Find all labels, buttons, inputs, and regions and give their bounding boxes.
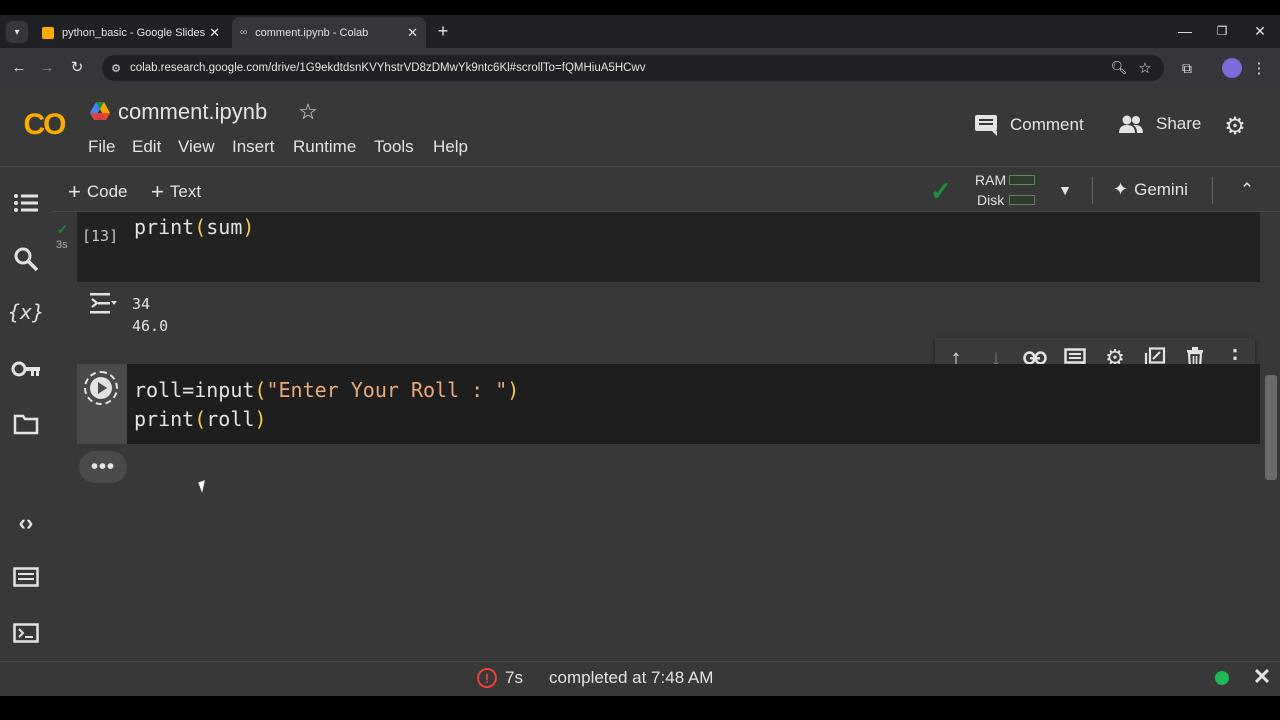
ram-label: RAM	[975, 172, 1007, 188]
cell-status-more-icon[interactable]: •••	[79, 451, 127, 483]
connected-check-icon: ✓	[930, 176, 952, 206]
status-message[interactable]: completed at 7:48 AM	[549, 668, 713, 688]
command-palette-icon[interactable]	[12, 564, 40, 590]
table-of-contents-icon[interactable]	[12, 190, 40, 216]
output-line: 34	[132, 295, 151, 313]
slides-favicon-icon	[42, 26, 54, 39]
output-line: 46.0	[132, 317, 169, 335]
colab-favicon-icon: ∞	[240, 27, 248, 38]
share-label: Share	[1156, 114, 1202, 133]
menu-tools[interactable]: Tools	[374, 137, 414, 157]
url-field[interactable]: colab.research.google.com/drive/1G9ekdtd…	[102, 55, 1164, 81]
files-folder-icon[interactable]	[12, 411, 40, 437]
code-cell[interactable]	[77, 212, 1260, 282]
close-tab-icon[interactable]: ✕	[209, 25, 220, 41]
success-check-icon: ✓	[57, 222, 68, 237]
gemini-label: Gemini	[1134, 179, 1188, 199]
tab-title: python_basic - Google Slides	[62, 26, 206, 39]
code-snippets-icon[interactable]: ‹›	[10, 509, 42, 537]
disk-usage-bar	[1009, 195, 1035, 205]
scrollbar-thumb[interactable]	[1265, 375, 1277, 480]
notebook-title[interactable]: comment.ipynb	[118, 99, 267, 125]
tab-google-slides[interactable]: python_basic - Google Slides ✕	[34, 17, 228, 48]
string-literal: "Enter Your Roll : "	[266, 378, 508, 402]
code-line[interactable]: print(sum)	[134, 213, 254, 242]
connection-status-dot	[1215, 671, 1229, 685]
site-info-icon[interactable]: ⚙	[108, 60, 124, 76]
runtime-dropdown-icon[interactable]: ▼	[1054, 180, 1076, 200]
code-token: print	[134, 215, 195, 239]
menu-file[interactable]: File	[88, 137, 115, 157]
extensions-icon[interactable]: ⧉	[1178, 59, 1196, 77]
share-people-icon	[1119, 115, 1143, 133]
add-code-label: Code	[86, 182, 128, 201]
share-button[interactable]: Share	[1118, 114, 1201, 134]
search-icon[interactable]	[12, 245, 40, 273]
comment-icon	[975, 115, 997, 136]
back-icon[interactable]: ←	[10, 58, 28, 76]
restore-icon[interactable]: ❐	[1212, 22, 1232, 40]
divider	[1092, 177, 1093, 204]
menu-view[interactable]: View	[178, 137, 215, 157]
close-tab-icon[interactable]: ✕	[407, 25, 418, 41]
exec-count: [13]	[82, 227, 119, 245]
code-line[interactable]: print(roll)	[134, 405, 266, 434]
tab-colab[interactable]: ∞ comment.ipynb - Colab ✕	[232, 17, 426, 48]
code-line[interactable]: roll=input("Enter Your Roll : ")	[134, 376, 519, 405]
exec-time: 3s	[56, 239, 68, 251]
code-token: sum	[206, 215, 243, 239]
variables-icon[interactable]: {x}	[8, 298, 44, 326]
tab-title: comment.ipynb - Colab	[255, 26, 369, 39]
drive-icon	[90, 102, 110, 120]
add-text-cell-button[interactable]: + Text	[151, 179, 201, 205]
collapse-header-icon[interactable]: ⌃	[1236, 180, 1258, 200]
tab-search-dropdown-icon[interactable]: ▾	[6, 21, 28, 43]
disk-label: Disk	[977, 192, 1005, 208]
close-window-icon[interactable]: ✕	[1250, 22, 1270, 40]
forward-icon[interactable]: →	[38, 58, 56, 76]
divider	[1212, 177, 1213, 204]
url-text: colab.research.google.com/drive/1G9ekdtd…	[130, 62, 646, 74]
comment-label: Comment	[1010, 115, 1084, 134]
new-tab-icon[interactable]: +	[434, 21, 452, 41]
error-alert-icon: !	[477, 668, 497, 688]
zoom-icon[interactable]: 🔍︎	[1110, 59, 1128, 77]
menu-runtime[interactable]: Runtime	[293, 137, 356, 157]
minimize-icon[interactable]: —	[1175, 22, 1195, 40]
menu-help[interactable]: Help	[433, 137, 468, 157]
comment-button[interactable]: Comment	[974, 114, 1084, 136]
add-text-label: Text	[169, 182, 202, 201]
code-token: roll=input	[134, 378, 255, 402]
play-icon	[90, 377, 112, 399]
reload-icon[interactable]: ↻	[68, 58, 86, 76]
code-token: print	[134, 407, 195, 431]
elapsed-time: 7s	[505, 668, 523, 687]
sparkle-icon: ✦	[1113, 179, 1129, 199]
plus-icon: +	[151, 179, 164, 204]
colab-logo[interactable]: CO	[17, 108, 71, 142]
bookmark-star-icon[interactable]: ☆	[1136, 59, 1154, 77]
plus-icon: +	[68, 179, 81, 204]
close-status-icon[interactable]: ✕	[1251, 664, 1273, 689]
settings-gear-icon[interactable]: ⚙	[1222, 113, 1248, 140]
output-actions-icon[interactable]	[86, 290, 118, 316]
add-code-cell-button[interactable]: + Code	[68, 179, 128, 205]
taskbar-strip	[0, 696, 1280, 720]
ram-usage-bar	[1009, 175, 1035, 185]
cell-output: 34 46.0	[132, 293, 168, 337]
browser-menu-icon[interactable]: ⋮	[1252, 59, 1267, 77]
terminal-icon[interactable]	[12, 620, 40, 646]
code-token: roll	[206, 407, 255, 431]
star-icon[interactable]: ☆	[296, 99, 320, 124]
gemini-button[interactable]: ✦ Gemini	[1113, 179, 1188, 200]
menu-insert[interactable]: Insert	[232, 137, 275, 157]
menu-edit[interactable]: Edit	[132, 137, 161, 157]
profile-avatar[interactable]	[1222, 58, 1242, 78]
secrets-key-icon[interactable]	[10, 356, 42, 382]
run-cell-button[interactable]	[84, 371, 118, 405]
